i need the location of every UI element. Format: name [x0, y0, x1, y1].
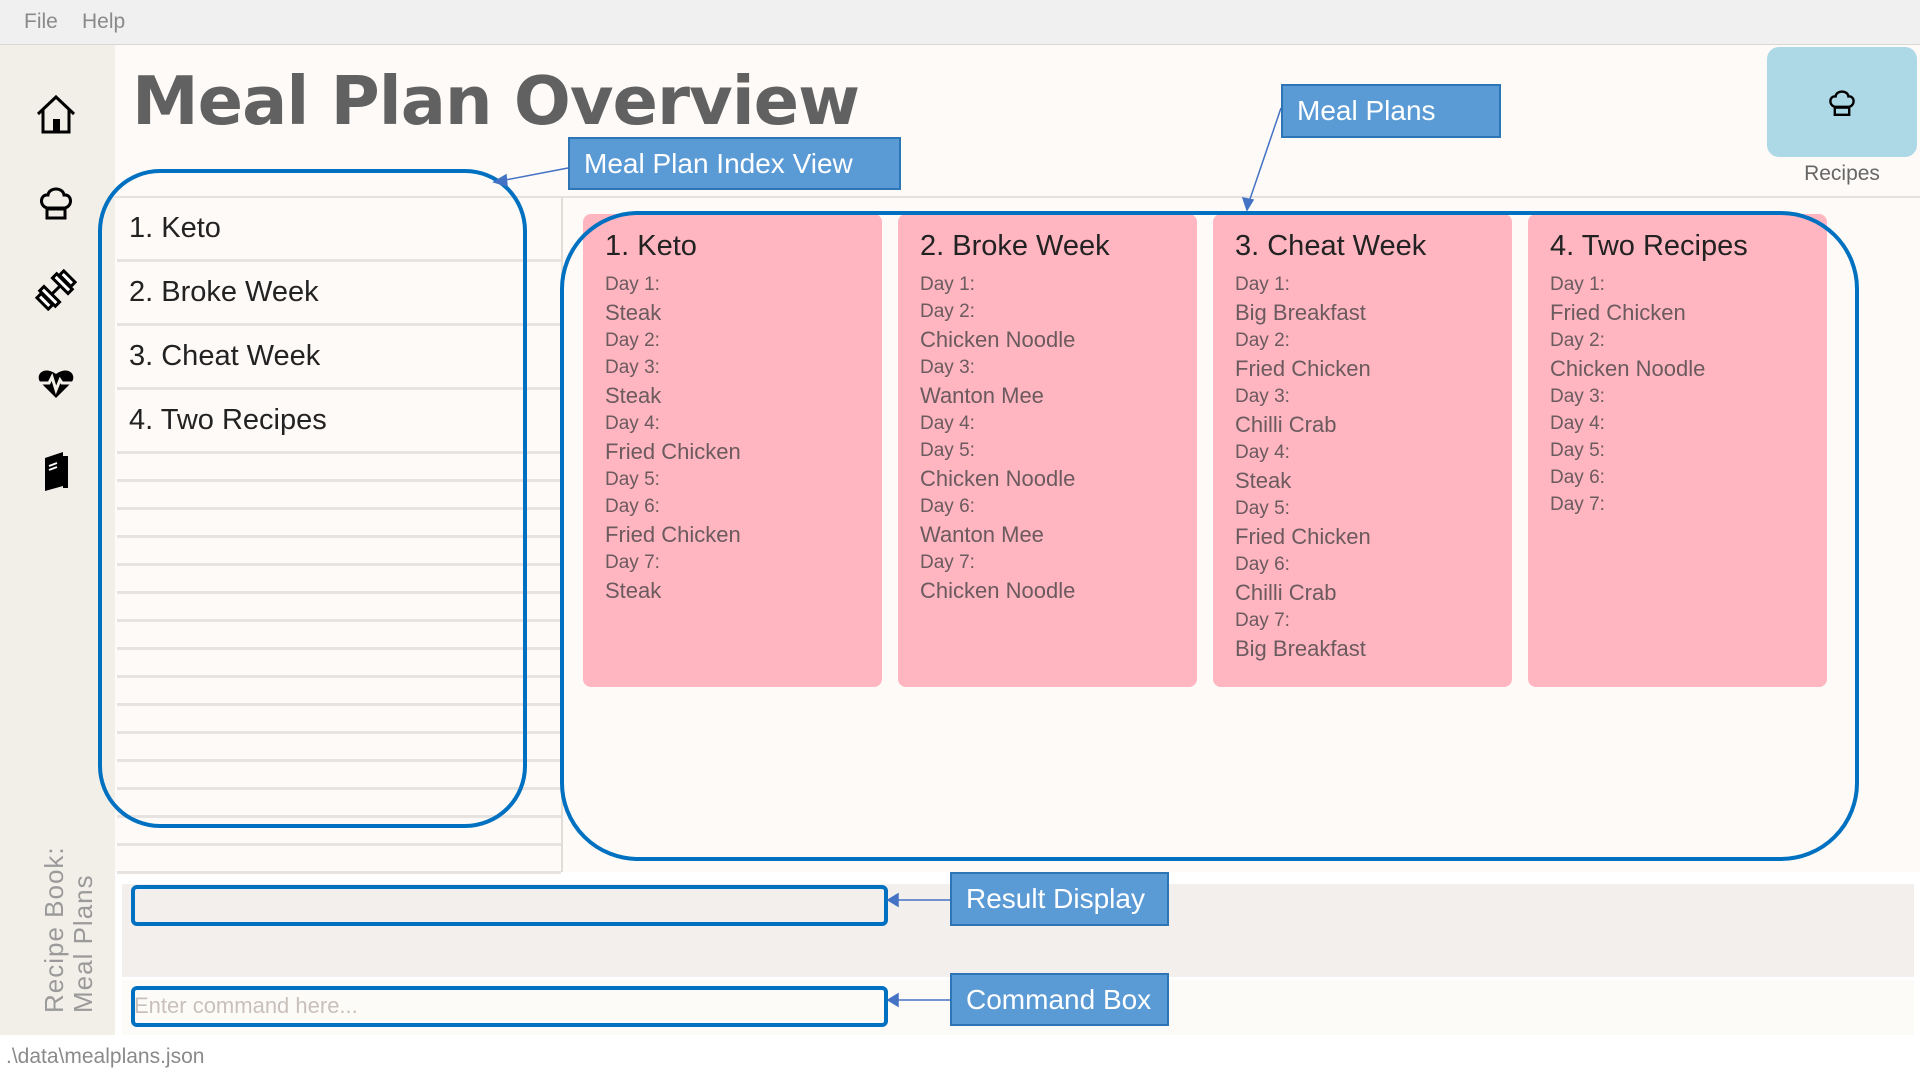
annotation-label-meal-plans: Meal Plans: [1281, 84, 1501, 138]
annotation-label-result-display: Result Display: [950, 872, 1169, 926]
annotation-label-index-view: Meal Plan Index View: [568, 137, 901, 190]
annotation-label-command-box: Command Box: [950, 973, 1169, 1026]
